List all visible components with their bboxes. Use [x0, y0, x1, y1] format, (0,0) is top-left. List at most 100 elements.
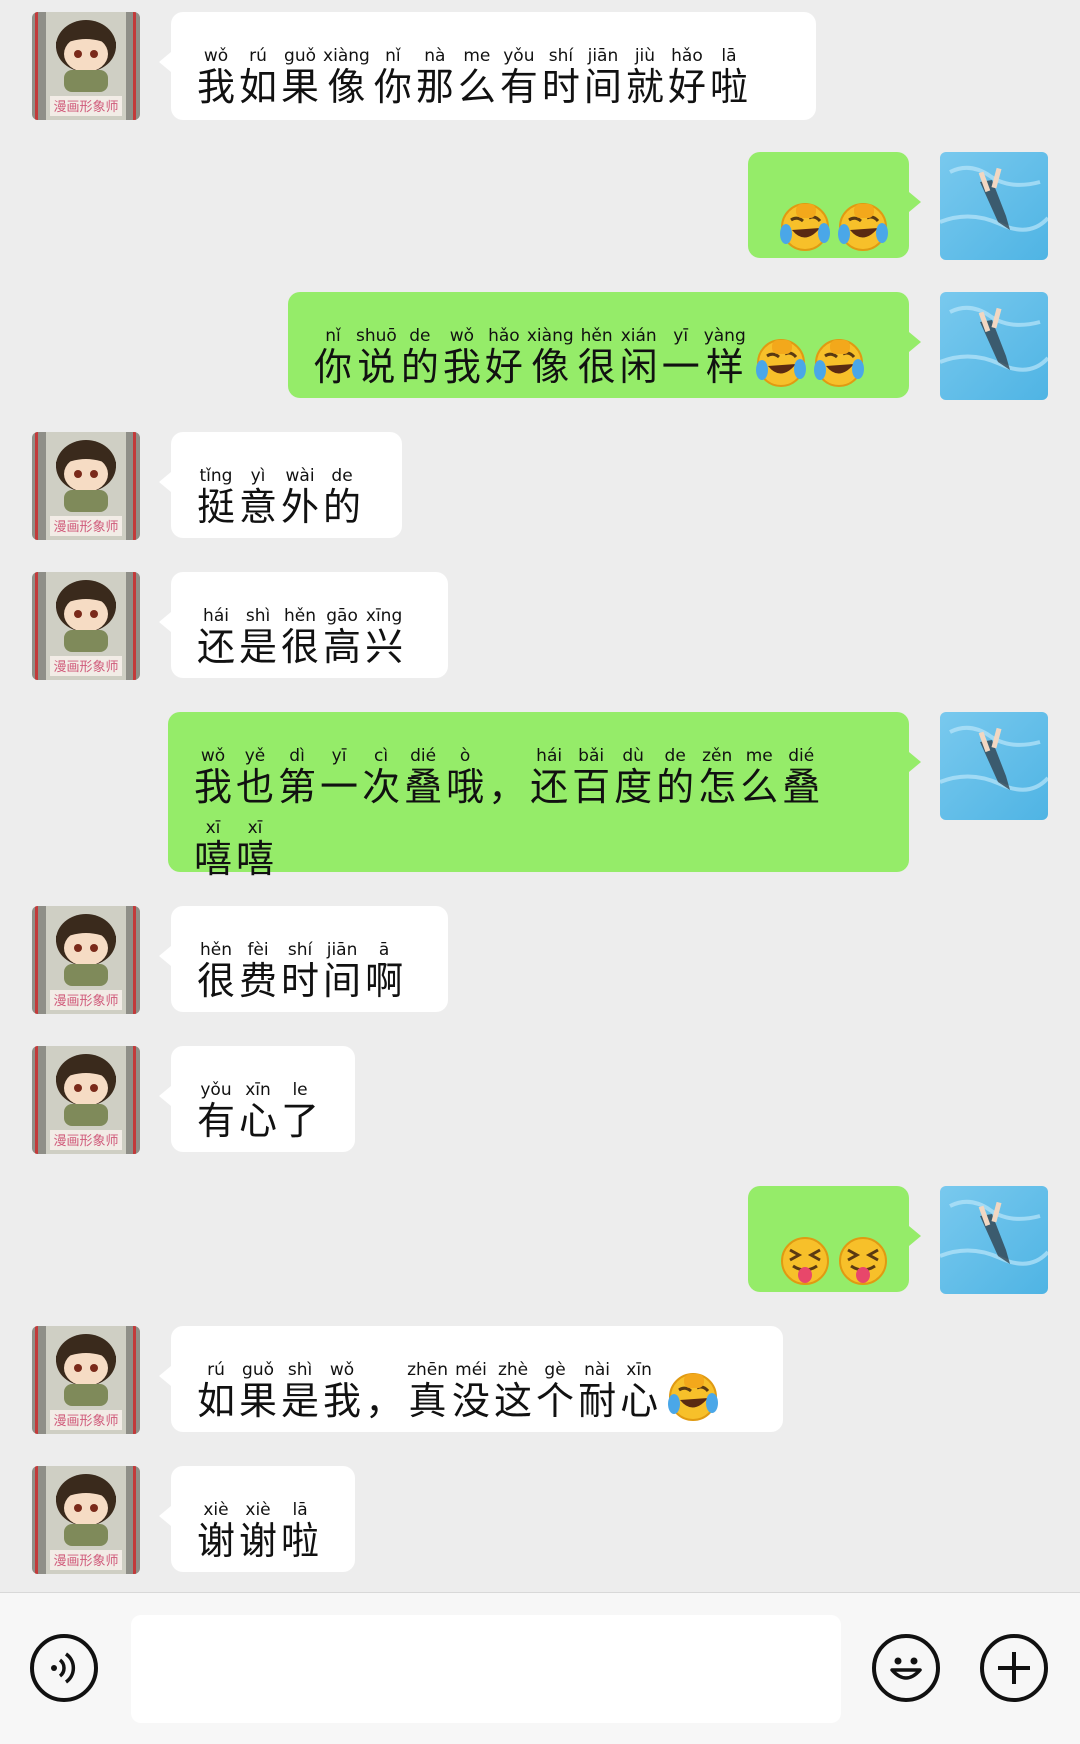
message-char: 很hěn	[577, 326, 616, 389]
message-char: 你nǐ	[373, 46, 412, 109]
message-char: 一yī	[320, 746, 359, 809]
outgoing-bubble[interactable]	[748, 1186, 921, 1292]
message-char: 怎zěn	[698, 746, 737, 809]
message-char: 没méi	[452, 1360, 491, 1423]
pinyin: xiàng	[323, 46, 370, 66]
message-char: 心xīn	[620, 1360, 659, 1423]
message-char: 叠dié	[782, 746, 821, 809]
svg-text:漫画形象师: 漫画形象师	[53, 1414, 118, 1429]
message-char: 高gāo	[323, 606, 362, 669]
contact-avatar[interactable]: 漫画形象师	[32, 906, 140, 1014]
pinyin: dì	[278, 746, 317, 766]
message-char: 一yī	[661, 326, 700, 389]
message-line: 谢xiè 谢xiè 啦lā	[197, 1488, 329, 1560]
message-row: 漫画形象师 很hěn 费fèi 时shí 间jiān 啊ā	[0, 906, 1080, 1014]
my-avatar[interactable]	[940, 1186, 1048, 1294]
pinyin: hěn	[281, 606, 320, 626]
pinyin: jiù	[625, 46, 664, 66]
message-char: 还hái	[530, 746, 569, 809]
incoming-bubble[interactable]: 如rú 果guǒ 是shì 我wǒ，真zhēn 没méi 这zhè 个gè 耐nài 心xīn	[159, 1326, 783, 1432]
pinyin: wǒ	[194, 746, 232, 766]
incoming-bubble[interactable]: 挺tǐng 意yì 外wài 的de	[159, 432, 402, 538]
incoming-bubble[interactable]: 我wǒ 如rú 果guǒ 像xiàng 你nǐ 那nà 么me 有yǒu 时shí 间jiān 就j…	[159, 12, 816, 120]
pinyin: jiān	[583, 46, 622, 66]
pinyin: fèi	[239, 940, 278, 960]
pinyin: ā	[365, 940, 404, 960]
message-char: 这zhè	[494, 1360, 533, 1423]
pinyin: yě	[236, 746, 275, 766]
message-char: 间jiān	[323, 940, 362, 1003]
message-char: 果guǒ	[281, 46, 320, 109]
pinyin: jiān	[323, 940, 362, 960]
message-line: 我wǒ 如rú 果guǒ 像xiàng 你nǐ 那nà 么me 有yǒu 时shí 间jiān 就j…	[197, 34, 790, 106]
pinyin: xiè	[197, 1500, 235, 1520]
contact-avatar[interactable]: 漫画形象师	[32, 1326, 140, 1434]
pinyin: de	[323, 466, 362, 486]
contact-avatar[interactable]: 漫画形象师	[32, 432, 140, 540]
input-bar	[0, 1592, 1080, 1744]
pinyin: me	[457, 46, 496, 66]
svg-text:漫画形象师: 漫画形象师	[53, 660, 118, 675]
message-char: 的de	[323, 466, 362, 529]
message-char: 了le	[281, 1080, 320, 1143]
message-char: 很hěn	[281, 606, 320, 669]
message-char: 我wǒ	[197, 46, 236, 109]
pinyin: xī	[194, 818, 233, 838]
message-char: 真zhēn	[407, 1360, 449, 1423]
pinyin: xián	[619, 326, 658, 346]
pinyin: bǎi	[572, 746, 611, 766]
message-char: 个gè	[536, 1360, 575, 1423]
svg-text:漫画形象师: 漫画形象师	[53, 1134, 118, 1149]
message-char: 意yì	[239, 466, 278, 529]
chat-message-list[interactable]: 漫画形象师 我wǒ 如rú 果guǒ 像xiàng 你nǐ 那nà 么me 有yǒu 时shí 间j…	[0, 0, 1080, 1592]
message-line: 如rú 果guǒ 是shì 我wǒ，真zhēn 没méi 这zhè 个gè 耐nài 心xīn	[197, 1348, 757, 1423]
pinyin: shí	[281, 940, 320, 960]
message-line: 很hěn 费fèi 时shí 间jiān 啊ā	[197, 928, 422, 1000]
message-char: 果guǒ	[239, 1360, 278, 1423]
message-char: 你nǐ	[314, 326, 353, 389]
message-char: 我wǒ	[323, 1360, 362, 1423]
pinyin: wǒ	[442, 326, 481, 346]
my-avatar[interactable]	[940, 712, 1048, 820]
voice-button[interactable]	[30, 1634, 98, 1702]
message-row: 漫画形象师 谢xiè 谢xiè 啦lā	[0, 1466, 1080, 1574]
pinyin: hǎo	[667, 46, 706, 66]
pinyin: ò	[446, 746, 485, 766]
message-line: 我wǒ 也yě 第dì 一yī 次cì 叠dié 哦ò，还hái 百bǎi 度dù 的de 怎zěn…	[194, 734, 883, 806]
tears-of-joy-emoji	[836, 200, 890, 254]
plus-button[interactable]	[980, 1634, 1048, 1702]
message-char: 时shí	[541, 46, 580, 109]
svg-text:漫画形象师: 漫画形象师	[53, 994, 118, 1009]
pinyin: xīng	[365, 606, 404, 626]
message-char: 第dì	[278, 746, 317, 809]
squinting-tongue-emoji	[778, 1234, 832, 1288]
incoming-bubble[interactable]: 很hěn 费fèi 时shí 间jiān 啊ā	[159, 906, 448, 1012]
message-char: 耐nài	[578, 1360, 617, 1423]
message-input[interactable]	[131, 1615, 841, 1723]
svg-text:漫画形象师: 漫画形象师	[53, 1554, 118, 1569]
message-row: 漫画形象师 挺tǐng 意yì 外wài 的de	[0, 432, 1080, 540]
outgoing-bubble[interactable]: 你nǐ 说shuō 的de 我wǒ 好hǎo 像xiàng 很hěn 闲xián 一yī 样yàn…	[288, 292, 921, 398]
message-char: 的de	[656, 746, 695, 809]
message-char: 啊ā	[365, 940, 404, 1003]
incoming-bubble[interactable]: 谢xiè 谢xiè 啦lā	[159, 1466, 355, 1572]
message-char: 好hǎo	[484, 326, 523, 389]
incoming-bubble[interactable]: 还hái 是shì 很hěn 高gāo 兴xīng	[159, 572, 448, 678]
pinyin: nài	[578, 1360, 617, 1380]
contact-avatar[interactable]: 漫画形象师	[32, 12, 140, 120]
pinyin: dù	[614, 746, 653, 766]
contact-avatar[interactable]: 漫画形象师	[32, 1466, 140, 1574]
my-avatar[interactable]	[940, 292, 1048, 400]
incoming-bubble[interactable]: 有yǒu 心xīn 了le	[159, 1046, 355, 1152]
my-avatar[interactable]	[940, 152, 1048, 260]
outgoing-bubble[interactable]	[748, 152, 921, 258]
contact-avatar[interactable]: 漫画形象师	[32, 1046, 140, 1154]
contact-avatar[interactable]: 漫画形象师	[32, 572, 140, 680]
message-char: 有yǒu	[197, 1080, 236, 1143]
message-char: 心xīn	[239, 1080, 278, 1143]
pinyin: hái	[197, 606, 236, 626]
emoji-button[interactable]	[872, 1634, 940, 1702]
outgoing-bubble[interactable]: 我wǒ 也yě 第dì 一yī 次cì 叠dié 哦ò，还hái 百bǎi 度dù 的de 怎zěn…	[168, 712, 921, 878]
message-char: 次cì	[362, 746, 401, 809]
message-char: 样yàng	[703, 326, 746, 389]
